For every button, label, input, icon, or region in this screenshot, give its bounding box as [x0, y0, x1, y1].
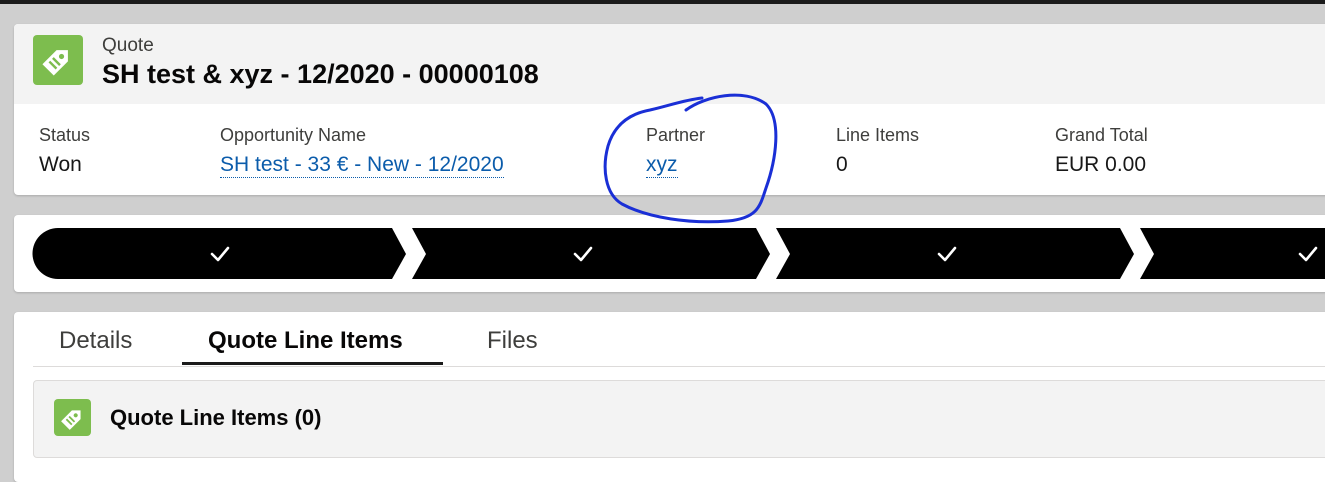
- path-stage-1[interactable]: [32, 228, 407, 279]
- field-value: Won: [39, 153, 82, 176]
- path-stage-4[interactable]: [1140, 228, 1325, 279]
- field-partner: Partner xyz: [646, 125, 705, 178]
- tabset-card: Details Quote Line Items Files Quote Lin…: [14, 312, 1325, 482]
- object-type-label: Quote: [102, 35, 154, 56]
- related-list-quote-line-items: Quote Line Items (0): [33, 380, 1325, 458]
- field-label: Opportunity Name: [220, 125, 367, 145]
- tabs-divider: [33, 366, 1325, 367]
- price-tag-icon: [54, 399, 91, 436]
- path-stage-2[interactable]: [412, 228, 770, 279]
- field-opportunity-name: Opportunity Name SH test - 33 € - New - …: [220, 125, 504, 178]
- field-label: Grand Total: [1055, 125, 1148, 145]
- related-list-title[interactable]: Quote Line Items (0): [110, 405, 321, 431]
- price-tag-icon: [33, 35, 83, 85]
- tab-quote-line-items[interactable]: Quote Line Items: [208, 326, 403, 364]
- field-grand-total: Grand Total EUR 0.00: [1055, 125, 1148, 177]
- record-header-top: Quote SH test & xyz - 12/2020 - 00000108: [14, 24, 1325, 104]
- active-tab-indicator: [182, 362, 443, 365]
- record-header: Quote SH test & xyz - 12/2020 - 00000108…: [14, 24, 1325, 195]
- field-label: Line Items: [836, 125, 920, 145]
- top-bar: [0, 0, 1325, 4]
- opportunity-link[interactable]: SH test - 33 € - New - 12/2020: [220, 153, 504, 178]
- field-value: EUR 0.00: [1055, 153, 1147, 176]
- partner-link[interactable]: xyz: [646, 153, 678, 178]
- field-value: 0: [836, 153, 848, 176]
- path-stage-3[interactable]: [776, 228, 1134, 279]
- tab-details[interactable]: Details: [59, 326, 132, 364]
- field-status: Status Won: [39, 125, 90, 177]
- field-line-items: Line Items 0: [836, 125, 919, 177]
- path-card: [14, 215, 1325, 292]
- page-title: SH test & xyz - 12/2020 - 00000108: [102, 59, 539, 89]
- tab-files[interactable]: Files: [487, 326, 538, 364]
- field-label: Status: [39, 125, 91, 145]
- sales-path: [32, 228, 1325, 279]
- field-label: Partner: [646, 125, 706, 145]
